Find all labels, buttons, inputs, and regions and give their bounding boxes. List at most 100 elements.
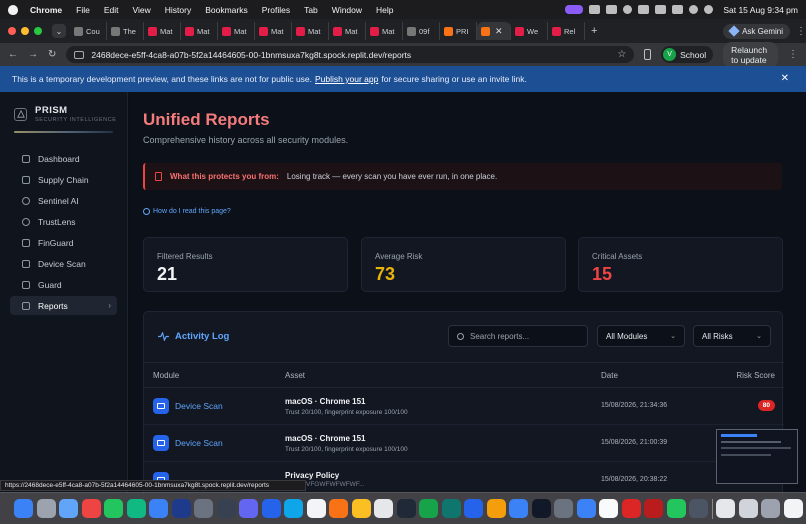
- mail-icon[interactable]: [149, 499, 168, 518]
- table-row[interactable]: Device Scan macOS · Chrome 151 Trust 20/…: [144, 388, 784, 425]
- keynote-icon[interactable]: [464, 499, 483, 518]
- whatsapp-icon[interactable]: [666, 499, 686, 518]
- reload-icon[interactable]: ↻: [48, 49, 56, 60]
- app-icon[interactable]: [216, 499, 236, 518]
- column-header-asset[interactable]: Asset: [285, 371, 305, 380]
- app-icon[interactable]: [576, 499, 596, 518]
- browser-tab[interactable]: 09f: [403, 22, 440, 40]
- menu-help[interactable]: Help: [376, 5, 393, 15]
- browser-tab[interactable]: Mat: [144, 22, 181, 40]
- launchpad-icon[interactable]: [36, 499, 56, 518]
- sidebar-item-trustlens[interactable]: TrustLens: [10, 212, 117, 231]
- browser-tab[interactable]: Mat: [181, 22, 218, 40]
- app-icon[interactable]: [194, 499, 213, 518]
- module-cell[interactable]: Device Scan: [153, 398, 223, 414]
- safari-icon[interactable]: [59, 499, 78, 518]
- reminders-icon[interactable]: [374, 499, 393, 518]
- apple-icon[interactable]: [8, 4, 18, 15]
- back-arrow-icon[interactable]: ←: [8, 49, 18, 60]
- browser-tab[interactable]: Mat: [218, 22, 255, 40]
- battery-icon[interactable]: [638, 5, 650, 14]
- wifi-icon[interactable]: [655, 5, 667, 14]
- tab-search-button[interactable]: ⌄: [52, 24, 66, 38]
- chatgpt-icon[interactable]: [599, 499, 618, 518]
- menu-clock[interactable]: Sat 15 Aug 9:34 pm: [723, 5, 798, 15]
- zoom-icon[interactable]: [171, 499, 191, 518]
- menu-file[interactable]: File: [76, 5, 90, 15]
- sidebar-item-sentinel-ai[interactable]: Sentinel AI: [10, 191, 117, 210]
- document-icon[interactable]: [716, 499, 735, 518]
- profile-button[interactable]: V School: [661, 46, 714, 63]
- control-center-icon[interactable]: [672, 5, 684, 14]
- menu-chrome[interactable]: Chrome: [30, 5, 62, 15]
- bookmark-star-icon[interactable]: ☆: [617, 49, 626, 60]
- screenshot-thumbnail[interactable]: [716, 429, 798, 484]
- browser-tab[interactable]: Mat: [329, 22, 366, 40]
- capcut-icon[interactable]: [531, 499, 551, 518]
- search-icon[interactable]: [689, 5, 699, 14]
- facetime-icon[interactable]: [126, 499, 146, 518]
- forward-arrow-icon[interactable]: →: [28, 49, 38, 60]
- browser-tab[interactable]: Cou: [70, 22, 107, 40]
- menu-history[interactable]: History: [165, 5, 191, 15]
- module-cell[interactable]: Device Scan: [153, 435, 223, 451]
- site-info-icon[interactable]: [74, 50, 85, 59]
- menu-window[interactable]: Window: [332, 5, 362, 15]
- ask-gemini-button[interactable]: Ask Gemini: [723, 23, 790, 39]
- url-text[interactable]: 2468dece-e5ff-4ca8-a07b-5f2a14464605-00-…: [91, 50, 411, 60]
- settings-icon[interactable]: [554, 499, 573, 518]
- calendar-icon[interactable]: [306, 499, 326, 518]
- column-header-risk-score[interactable]: Risk Score: [736, 371, 775, 380]
- minimize-window-button[interactable]: [21, 27, 29, 35]
- browser-tab[interactable]: Mat: [292, 22, 329, 40]
- chrome-icon[interactable]: [81, 499, 101, 518]
- sidebar-item-finguard[interactable]: FinGuard: [10, 233, 117, 252]
- column-header-module[interactable]: Module: [153, 371, 179, 380]
- menu-bookmarks[interactable]: Bookmarks: [205, 5, 248, 15]
- menu-view[interactable]: View: [132, 5, 150, 15]
- close-window-button[interactable]: [8, 27, 16, 35]
- risk-filter-select[interactable]: All Risks ⌄: [693, 325, 771, 347]
- tab-strip-more-icon[interactable]: ⋮: [796, 26, 806, 37]
- stocks-icon[interactable]: [396, 499, 416, 518]
- browser-tab[interactable]: The: [107, 22, 144, 40]
- browser-tab[interactable]: We: [511, 22, 548, 40]
- messages-icon[interactable]: [104, 499, 123, 518]
- sidebar-item-reports[interactable]: Reports ›: [10, 296, 117, 315]
- chrome-menu-icon[interactable]: ⋮: [788, 49, 798, 60]
- finder-icon[interactable]: [14, 499, 33, 518]
- browser-tab[interactable]: Rel: [548, 22, 585, 40]
- status-icon[interactable]: [589, 5, 601, 14]
- status-icon[interactable]: [606, 5, 618, 14]
- document-icon[interactable]: [783, 499, 803, 518]
- app-icon[interactable]: [284, 499, 303, 518]
- address-bar[interactable]: 2468dece-e5ff-4ca8-a07b-5f2a14464605-00-…: [66, 46, 635, 63]
- menu-edit[interactable]: Edit: [104, 5, 119, 15]
- close-icon[interactable]: ✕: [781, 73, 789, 84]
- sidebar-item-device-scan[interactable]: Device Scan: [10, 254, 117, 273]
- browser-tab-active[interactable]: ✕: [477, 22, 511, 40]
- record-icon[interactable]: [623, 5, 633, 14]
- menu-tab[interactable]: Tab: [304, 5, 318, 15]
- app-icon[interactable]: [644, 499, 663, 518]
- photos-icon[interactable]: [329, 499, 348, 518]
- app-icon[interactable]: [261, 499, 281, 518]
- browser-tab[interactable]: PRI: [440, 22, 477, 40]
- extensions-icon[interactable]: [644, 49, 652, 60]
- publish-link[interactable]: Publish your app: [315, 74, 378, 84]
- app-icon[interactable]: [419, 499, 438, 518]
- siri-icon[interactable]: [704, 5, 714, 14]
- notes-icon[interactable]: [351, 499, 371, 518]
- sidebar-item-supply-chain[interactable]: Supply Chain: [10, 170, 117, 189]
- browser-tab[interactable]: Mat: [255, 22, 292, 40]
- report-search[interactable]: [448, 325, 588, 347]
- app-icon[interactable]: [689, 499, 708, 518]
- help-link[interactable]: How do I read this page?: [143, 208, 231, 215]
- screen-share-icon[interactable]: [565, 5, 584, 14]
- menu-profiles[interactable]: Profiles: [262, 5, 290, 15]
- zoom-window-button[interactable]: [34, 27, 42, 35]
- document-icon[interactable]: [738, 499, 758, 518]
- column-header-date[interactable]: Date: [601, 371, 618, 380]
- new-tab-icon[interactable]: +: [591, 25, 597, 37]
- app-icon[interactable]: [441, 499, 461, 518]
